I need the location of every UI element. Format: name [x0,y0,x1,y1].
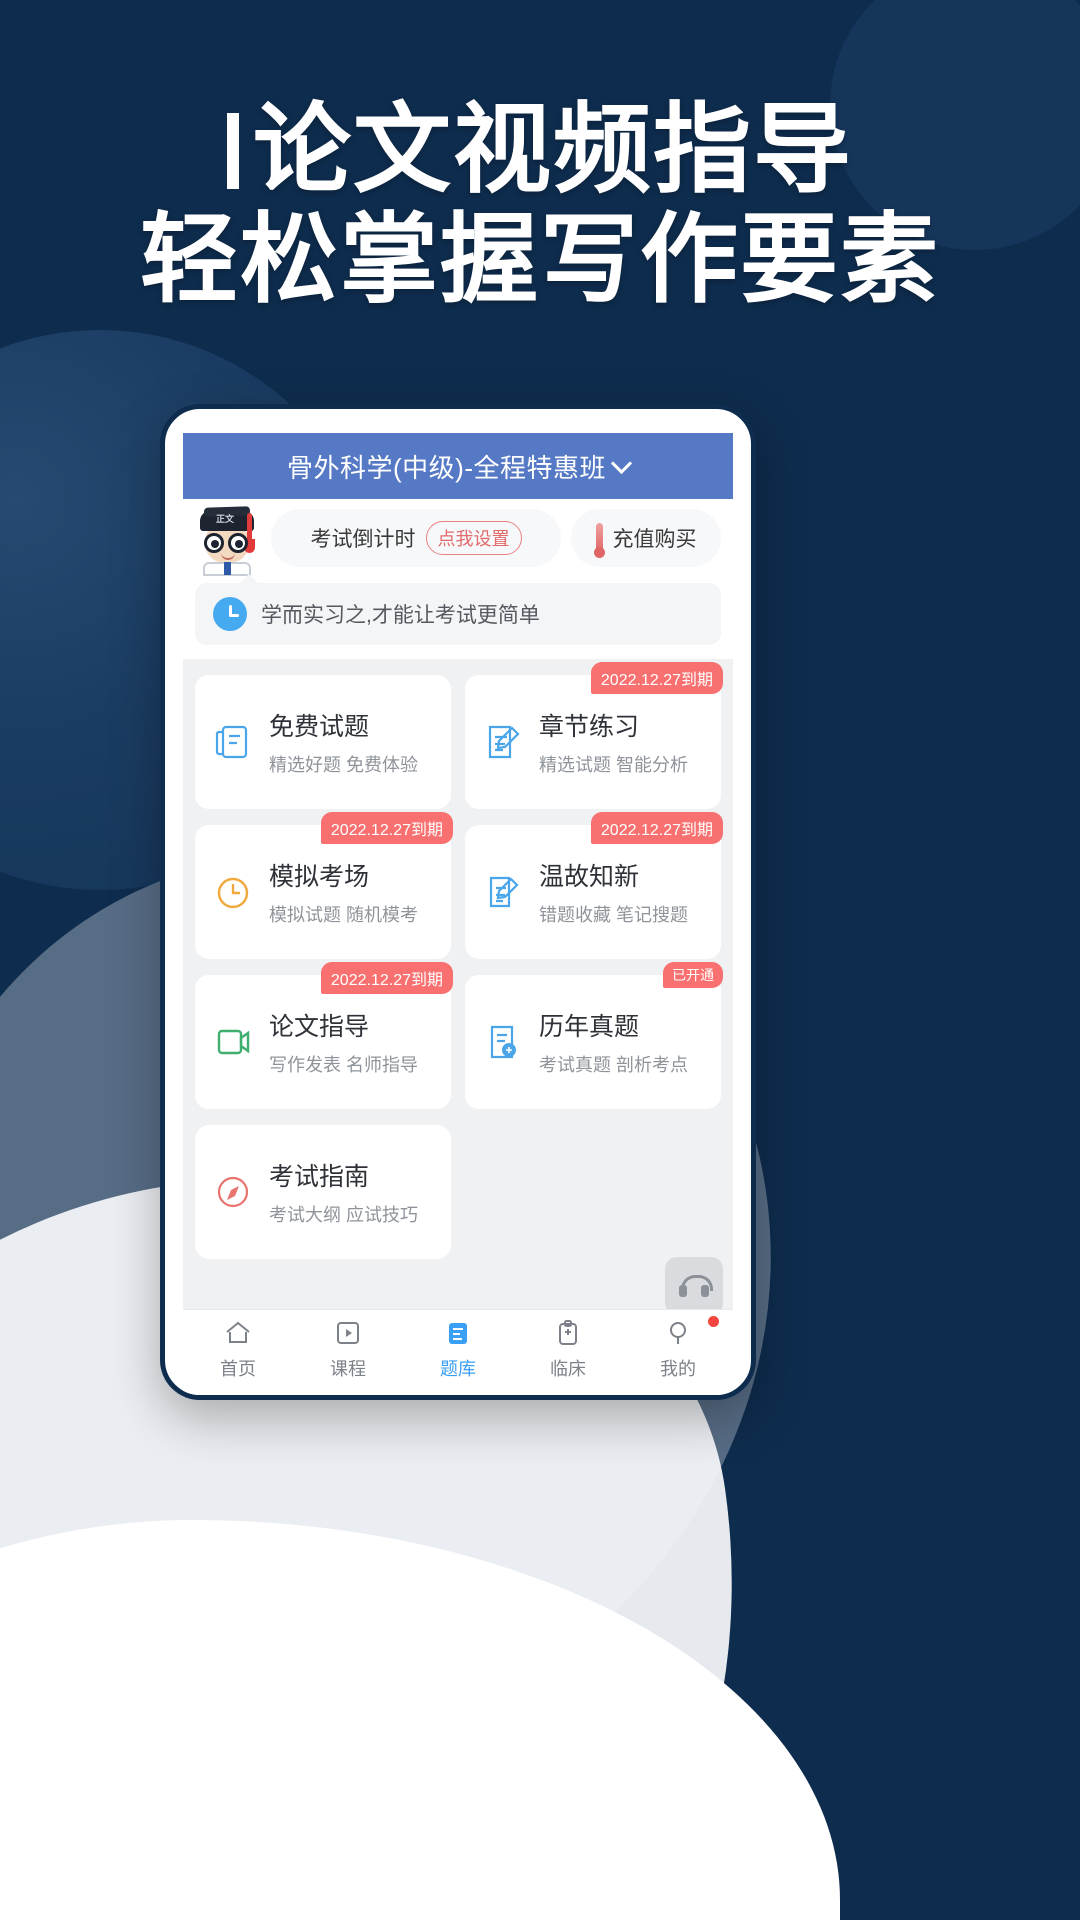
poster-headline: 论文视频指导 轻松掌握写作要素 [0,93,1080,317]
card-subtitle: 考试真题 剖析考点 [539,1055,689,1075]
tab-clinical[interactable]: 临床 [513,1318,623,1381]
compass-icon [211,1170,255,1214]
tab-question-bank[interactable]: 题库 [403,1318,513,1381]
headset-icon [679,1275,713,1297]
thermometer-icon [593,523,605,558]
set-countdown-button[interactable]: 点我设置 [425,521,522,555]
card-title: 免费试题 [269,713,370,741]
tab-home[interactable]: 首页 [183,1318,293,1381]
phone-mockup: 骨外科学(中级)-全程特惠班 正文 考试倒计时 点我设置 充值购买 学而实习之,… [160,404,756,1400]
card-title: 论文指导 [269,1013,370,1041]
tab-label: 临床 [550,1359,586,1379]
card-subtitle: 精选好题 免费体验 [269,755,419,775]
card-badge: 2022.12.27到期 [590,812,723,844]
clipboard-icon [553,1318,583,1348]
app-header[interactable]: 骨外科学(中级)-全程特惠班 [183,433,733,499]
bottom-tabbar: 首页 课程 题库 临床 我的 [183,1309,733,1395]
support-fab-button[interactable] [665,1257,723,1309]
feature-card-exam-guide[interactable]: 考试指南 考试大纲 应试技巧 [195,1125,451,1259]
feature-card-review[interactable]: 2022.12.27到期 温故知新 错题收藏 笔记搜题 [465,812,723,959]
headline-line-1-text: 论文视频指导 [252,93,853,207]
feature-card-past-papers[interactable]: 已开通 历年真题 考试真题 剖析考点 [465,962,723,1109]
recharge-buy-button[interactable]: 充值购买 [571,509,721,567]
headline-line-2: 轻松掌握写作要素 [139,202,940,317]
doc-stamp-icon [481,1020,525,1064]
tab-label: 课程 [330,1359,366,1379]
notice-text: 学而实习之,才能让考试更简单 [261,604,540,627]
tab-label: 首页 [220,1359,256,1379]
exam-countdown-button[interactable]: 考试倒计时 点我设置 [271,509,561,567]
card-title: 历年真题 [539,1013,640,1041]
countdown-row: 正文 考试倒计时 点我设置 充值购买 [183,499,733,579]
user-circle-icon [663,1318,693,1348]
card-subtitle: 考试大纲 应试技巧 [269,1205,419,1225]
home-icon [223,1318,253,1348]
clock-icon [213,597,247,631]
tab-label: 题库 [440,1359,476,1379]
card-badge: 2022.12.27到期 [320,812,453,844]
feature-card-free-questions[interactable]: 免费试题 精选好题 免费体验 [195,675,451,809]
card-subtitle: 精选试题 智能分析 [539,755,689,775]
card-title: 考试指南 [269,1163,370,1191]
tab-label: 我的 [660,1359,696,1379]
tab-courses[interactable]: 课程 [293,1318,403,1381]
play-box-icon [333,1318,363,1348]
student-avatar: 正文 [193,506,261,576]
card-subtitle: 模拟试题 随机模考 [269,905,419,925]
question-bank-icon [443,1318,473,1348]
notification-badge-dot [708,1316,719,1327]
feature-grid: 免费试题 精选好题 免费体验 2022.12.27到期 章节练习 精选试题 智能… [183,659,733,1309]
notice-banner[interactable]: 学而实习之,才能让考试更简单 [195,574,721,645]
card-title: 章节练习 [539,713,640,741]
card-title: 模拟考场 [269,863,370,891]
video-book-icon [211,1020,255,1064]
chevron-down-icon[interactable] [610,452,633,474]
card-title: 温故知新 [539,863,640,891]
edit-doc-icon [481,720,525,764]
headline-accent-bar [226,113,239,189]
avatar-cap-text: 正文 [216,514,235,524]
app-screen: 骨外科学(中级)-全程特惠班 正文 考试倒计时 点我设置 充值购买 学而实习之,… [183,433,733,1395]
feature-card-thesis-guide[interactable]: 2022.12.27到期 论文指导 写作发表 名师指导 [195,962,453,1109]
clock-outline-icon [211,870,255,914]
feature-card-mock-exam[interactable]: 2022.12.27到期 模拟考场 模拟试题 随机模考 [195,812,453,959]
app-header-title: 骨外科学(中级)-全程特惠班 [287,452,606,483]
feature-card-chapter-practice[interactable]: 2022.12.27到期 章节练习 精选试题 智能分析 [465,662,723,809]
card-badge: 2022.12.27到期 [320,962,453,994]
exam-countdown-label: 考试倒计时 [310,528,416,551]
recharge-buy-label: 充值购买 [612,528,697,551]
card-badge: 已开通 [663,962,723,988]
tab-mine[interactable]: 我的 [623,1316,733,1381]
note-pen-icon [481,870,525,914]
card-subtitle: 写作发表 名师指导 [269,1055,419,1075]
paper-list-icon [211,720,255,764]
headline-line-1: 论文视频指导 [0,93,1080,207]
card-badge: 2022.12.27到期 [590,662,723,694]
card-subtitle: 错题收藏 笔记搜题 [539,905,689,925]
